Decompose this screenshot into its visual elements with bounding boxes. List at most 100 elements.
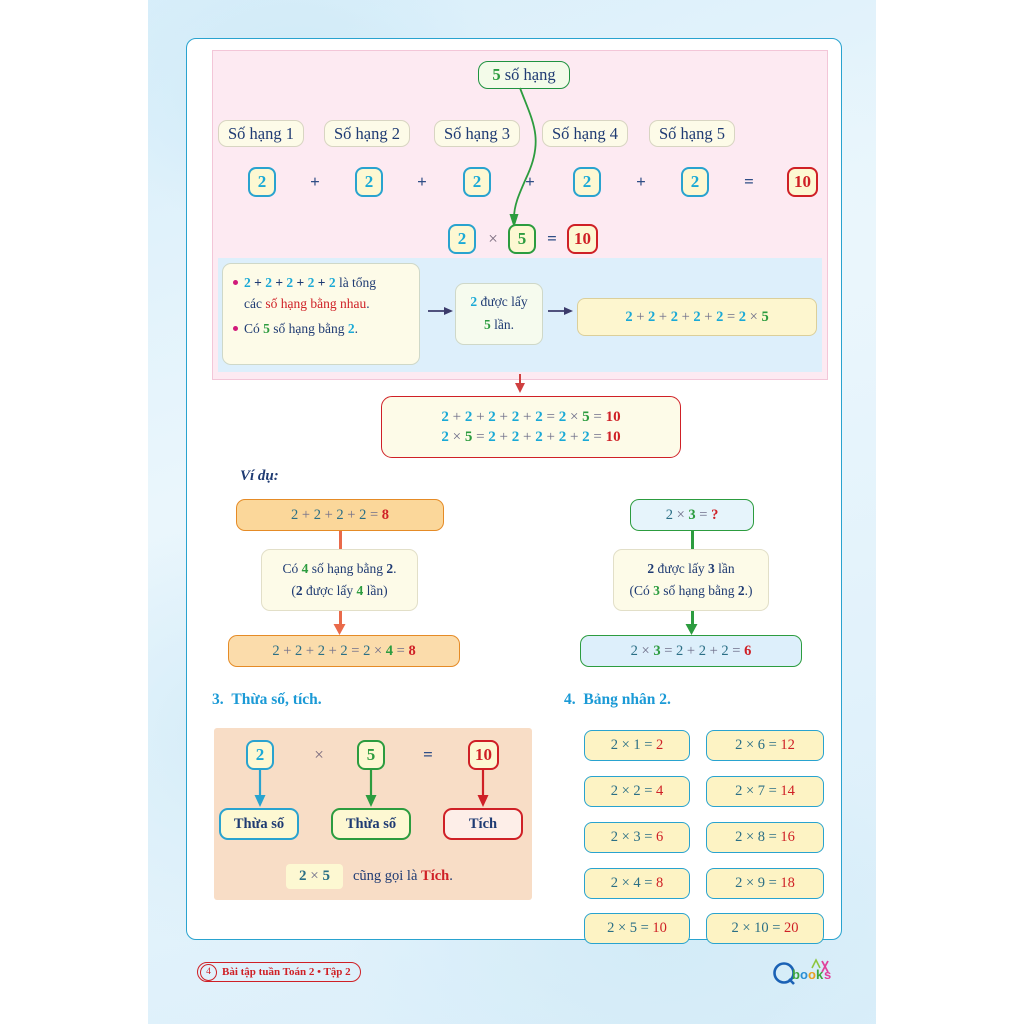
product-footnote-text: cũng gọi là Tích. <box>352 868 453 884</box>
callout-curved-arrow-icon <box>509 87 537 228</box>
addend-4-value: 2 <box>582 172 592 191</box>
term-label-1: Số hạng 1 <box>218 120 304 147</box>
addend-2-value: 2 <box>364 172 374 191</box>
taken-line-1: 2 được lấy <box>470 294 528 310</box>
fact-2x2: 2 × 2 = 4 <box>584 776 690 807</box>
mult-factor2-box: 5 <box>508 224 536 254</box>
example-left-arrow-icon <box>333 624 346 635</box>
addend-box-1: 2 <box>248 167 276 197</box>
s3-product-box: 10 <box>468 740 499 770</box>
bullet-item-2: Có 5 số hạng bằng 2. <box>233 319 411 340</box>
summary-equations-box: 2 + 2 + 2 + 2 + 2 = 2 × 5 = 10 2 × 5 = 2… <box>381 396 681 458</box>
term-label-3: Số hạng 3 <box>434 120 520 147</box>
svg-text:b: b <box>792 967 800 982</box>
example-left-top-pill: 2 + 2 + 2 + 2 = 8 <box>236 499 444 531</box>
product-footnote-chip: 2 × 5 <box>286 864 343 889</box>
term-label-3-text: Số hạng 3 <box>444 123 510 143</box>
section-4-heading: 4. Bảng nhân 2. <box>564 691 671 709</box>
term-label-2: Số hạng 2 <box>324 120 410 147</box>
section-3-title: Thừa số, tích. <box>231 691 322 708</box>
term-label-1-text: Số hạng 1 <box>228 123 294 143</box>
s3-arrow-1-icon <box>254 770 266 807</box>
plus-sign-4: + <box>636 172 646 191</box>
arrow-down-icon-red <box>515 374 525 393</box>
fact-2x3: 2 × 3 = 6 <box>584 822 690 853</box>
bullet-dot-icon <box>233 280 238 285</box>
example-right-top-text: 2 × 3 = ? <box>665 506 719 523</box>
label-factor-2: Thừa số <box>331 808 411 840</box>
example-left-bottom-pill: 2 + 2 + 2 + 2 = 2 × 4 = 8 <box>228 635 460 667</box>
term-label-4: Số hạng 4 <box>542 120 628 147</box>
addend-box-3: 2 <box>463 167 491 197</box>
example-right-note-line2: (Có 3 số hạng bằng 2.) <box>629 583 753 598</box>
svg-text:o: o <box>800 967 808 982</box>
derived-equation-text: 2 + 2 + 2 + 2 + 2 = 2 × 5 <box>625 308 769 325</box>
addend-1-value: 2 <box>257 172 267 191</box>
fact-2x7: 2 × 7 = 14 <box>706 776 824 807</box>
page-number: 4 <box>200 963 217 981</box>
fact-2x5: 2 × 5 = 10 <box>584 913 690 944</box>
bullet-1-text: 2 + 2 + 2 + 2 + 2 là tổng các số hạng bằ… <box>244 275 377 311</box>
mult-product-box: 10 <box>567 224 598 254</box>
example-left-note: Có 4 số hạng bằng 2. (2 được lấy 4 lần) <box>261 549 418 611</box>
svg-text:o: o <box>808 967 816 982</box>
examples-heading: Ví dụ: <box>240 468 279 484</box>
example-right-bottom-text: 2 × 3 = 2 + 2 + 2 = 6 <box>630 642 752 659</box>
bullet-item-1: 2 + 2 + 2 + 2 + 2 là tổng các số hạng bằ… <box>233 273 411 315</box>
s3-arrow-2-icon <box>365 770 377 807</box>
term-label-2-text: Số hạng 2 <box>334 123 400 143</box>
addend-box-5: 2 <box>681 167 709 197</box>
term-label-5: Số hạng 5 <box>649 120 735 147</box>
product-footnote: 2 × 5 cũng gọi là Tích. <box>286 864 453 889</box>
example-right-note-line1: 2 được lấy 3 lần <box>647 561 735 576</box>
derived-equation-box: 2 + 2 + 2 + 2 + 2 = 2 × 5 <box>577 298 817 336</box>
arrow-right-icon-2 <box>548 303 574 322</box>
s3-factor2-box: 5 <box>357 740 385 770</box>
addend-3-value: 2 <box>472 172 482 191</box>
example-left-top-text: 2 + 2 + 2 + 2 = 8 <box>291 506 389 523</box>
example-left-note-line2: (2 được lấy 4 lần) <box>291 583 388 598</box>
example-right-note: 2 được lấy 3 lần (Có 3 số hạng bằng 2.) <box>613 549 769 611</box>
worksheet-page: 5 số hạng Số hạng 1 Số hạng 2 Số hạng 3 … <box>0 0 1024 1024</box>
fact-2x9: 2 × 9 = 18 <box>706 868 824 899</box>
addend-5-value: 2 <box>690 172 700 191</box>
svg-text:s: s <box>824 967 831 982</box>
addition-sum-box: 10 <box>787 167 818 197</box>
equals-sign-mult: = <box>547 229 557 248</box>
callout-five-terms: 5 số hạng <box>478 61 570 89</box>
bullet-2-text: Có 5 số hạng bằng 2. <box>244 320 359 336</box>
example-right-arrow-icon <box>685 624 698 635</box>
taken-times-card: 2 được lấy 5 lần. <box>455 283 543 345</box>
qbooks-logo: b o o k s <box>773 958 831 985</box>
section-3-number: 3. <box>212 691 224 708</box>
plus-sign-1: + <box>310 172 320 191</box>
example-right-bottom-pill: 2 × 3 = 2 + 2 + 2 = 6 <box>580 635 802 667</box>
label-product: Tích <box>443 808 523 840</box>
taken-line-2: 5 lần. <box>484 317 514 332</box>
mult-factor1-box: 2 <box>448 224 476 254</box>
fact-2x10: 2 × 10 = 20 <box>706 913 824 944</box>
times-sign-top: × <box>488 229 498 248</box>
summary-line-1: 2 + 2 + 2 + 2 + 2 = 2 × 5 = 10 <box>441 408 621 425</box>
fact-2x8: 2 × 8 = 16 <box>706 822 824 853</box>
s3-arrow-3-icon <box>477 770 489 807</box>
explanation-bullets-card: 2 + 2 + 2 + 2 + 2 là tổng các số hạng bằ… <box>222 263 420 365</box>
fact-2x1: 2 × 1 = 2 <box>584 730 690 761</box>
term-label-4-text: Số hạng 4 <box>552 123 618 143</box>
addend-box-2: 2 <box>355 167 383 197</box>
equals-sign-addition: = <box>744 172 754 191</box>
arrow-right-icon-1 <box>428 303 454 322</box>
plus-sign-2: + <box>417 172 427 191</box>
section-3-heading: 3. Thừa số, tích. <box>212 691 322 709</box>
section-4-title: Bảng nhân 2. <box>583 691 671 708</box>
addend-box-4: 2 <box>573 167 601 197</box>
addition-sum-value: 10 <box>794 172 811 191</box>
term-label-5-text: Số hạng 5 <box>659 123 725 143</box>
s3-times-sign: × <box>314 745 324 764</box>
example-left-note-line1: Có 4 số hạng bằng 2. <box>282 561 397 576</box>
bullet-dot-icon <box>233 325 238 331</box>
example-right-top-pill: 2 × 3 = ? <box>630 499 754 531</box>
label-factor-1: Thừa số <box>219 808 299 840</box>
footer-title: Bài tập tuần Toán 2 • Tập 2 <box>222 966 351 978</box>
summary-line-2: 2 × 5 = 2 + 2 + 2 + 2 + 2 = 10 <box>441 428 621 445</box>
